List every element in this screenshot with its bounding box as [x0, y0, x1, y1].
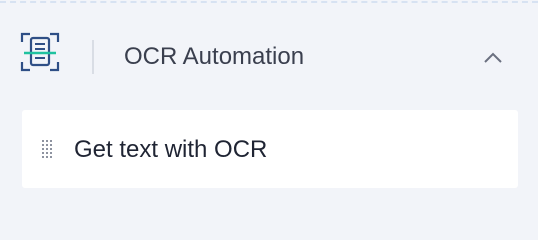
section-title: OCR Automation: [124, 43, 305, 70]
action-item-get-text-with-ocr[interactable]: Get text with OCR: [22, 110, 518, 188]
ocr-automation-section-header[interactable]: OCR Automation: [0, 18, 538, 98]
chevron-up-icon[interactable]: [481, 46, 505, 70]
header-divider: [92, 40, 94, 74]
action-label: Get text with OCR: [74, 136, 268, 163]
drag-handle-icon[interactable]: [42, 140, 52, 158]
top-dashed-divider: [0, 1, 538, 3]
ocr-scan-icon: [20, 32, 60, 72]
